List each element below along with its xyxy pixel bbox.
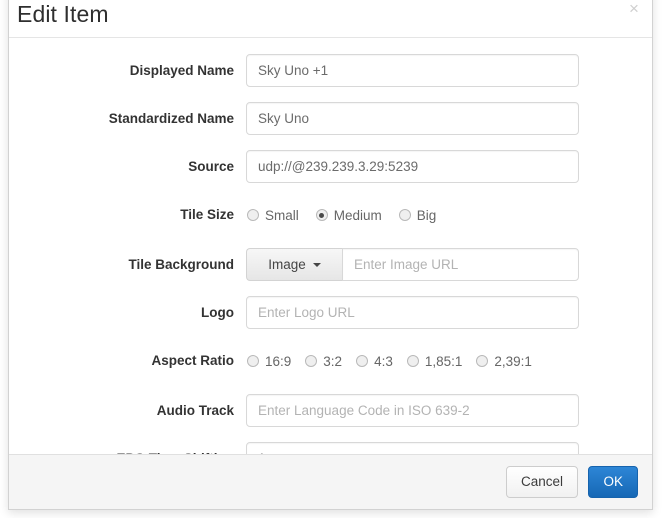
control-standardized-name	[246, 102, 652, 135]
dialog-footer: Cancel OK	[9, 454, 652, 509]
form-row-displayed-name: Displayed Name	[9, 54, 652, 88]
form-row-audio-track: Audio Track	[9, 394, 652, 428]
form-row-logo: Logo	[9, 296, 652, 330]
logo-url-input[interactable]	[246, 296, 579, 329]
edit-item-dialog: Edit Item × Displayed Name Standardized …	[8, 0, 653, 510]
audio-track-input[interactable]	[246, 394, 579, 427]
radio-aspect-4-3[interactable]: 4:3	[356, 354, 393, 369]
radio-label: Medium	[333, 207, 382, 223]
source-input[interactable]	[246, 150, 579, 183]
radio-tile-size-big[interactable]: Big	[398, 207, 437, 223]
close-icon[interactable]: ×	[626, 0, 642, 17]
radio-circle-icon	[406, 355, 419, 367]
radio-label: 4:3	[374, 353, 393, 369]
dialog-body: Displayed Name Standardized Name Source …	[9, 38, 652, 475]
form-row-tile-size: Tile Size Small Medium Big	[9, 198, 652, 232]
tile-background-type-dropdown[interactable]: Image	[246, 248, 342, 281]
radio-label: 2,39:1	[494, 353, 532, 369]
tile-background-input-group: Image	[246, 248, 579, 281]
form-row-tile-background: Tile Background Image	[9, 248, 652, 282]
label-tile-size: Tile Size	[180, 207, 234, 222]
control-tile-size: Small Medium Big	[246, 198, 652, 232]
label-displayed-name: Displayed Name	[129, 63, 234, 78]
aspect-ratio-radio-group: 16:9 3:2 4:3 1,85:1 2,39:1	[246, 344, 652, 378]
radio-circle-icon	[247, 209, 259, 221]
page-title: Edit Item	[17, 1, 109, 27]
displayed-name-input[interactable]	[246, 54, 579, 87]
radio-circle-icon	[305, 355, 318, 367]
form-row-source: Source	[9, 150, 652, 184]
label-logo: Logo	[201, 305, 234, 320]
radio-circle-selected-icon	[315, 209, 328, 221]
label-source: Source	[188, 159, 234, 174]
ok-button[interactable]: OK	[588, 466, 638, 498]
radio-tile-size-medium[interactable]: Medium	[315, 207, 382, 223]
cancel-button[interactable]: Cancel	[506, 466, 579, 498]
radio-circle-icon	[356, 355, 369, 367]
dropdown-label: Image	[268, 257, 306, 272]
label-standardized-name: Standardized Name	[108, 111, 234, 126]
control-logo	[246, 296, 652, 329]
label-aspect-ratio: Aspect Ratio	[151, 353, 234, 368]
form-row-aspect-ratio: Aspect Ratio 16:9 3:2 4:3 1,85:1 2,39:1	[9, 344, 652, 378]
control-displayed-name	[246, 54, 652, 87]
radio-aspect-16-9[interactable]: 16:9	[247, 354, 291, 369]
radio-label: 1,85:1	[424, 353, 463, 369]
standardized-name-input[interactable]	[246, 102, 579, 135]
tile-background-url-input[interactable]	[342, 248, 579, 281]
radio-label: Small	[265, 207, 299, 223]
radio-aspect-239-1[interactable]: 2,39:1	[476, 354, 532, 369]
radio-label: 3:2	[323, 353, 343, 369]
label-audio-track: Audio Track	[156, 403, 234, 418]
radio-label: Big	[416, 207, 437, 223]
control-audio-track	[246, 394, 652, 427]
label-tile-background: Tile Background	[128, 257, 234, 272]
control-tile-background: Image	[246, 248, 652, 281]
caret-down-icon	[312, 262, 321, 267]
form-row-standardized-name: Standardized Name	[9, 102, 652, 136]
control-aspect-ratio: 16:9 3:2 4:3 1,85:1 2,39:1	[246, 344, 652, 378]
dialog-header: Edit Item ×	[9, 0, 652, 38]
radio-tile-size-small[interactable]: Small	[247, 208, 299, 223]
radio-aspect-3-2[interactable]: 3:2	[305, 354, 342, 369]
radio-circle-icon	[398, 209, 411, 221]
tile-size-radio-group: Small Medium Big	[246, 198, 652, 232]
radio-circle-icon	[247, 355, 259, 367]
radio-circle-icon	[476, 355, 489, 367]
radio-label: 16:9	[265, 353, 292, 369]
radio-aspect-185-1[interactable]: 1,85:1	[406, 353, 463, 369]
control-source	[246, 150, 652, 183]
